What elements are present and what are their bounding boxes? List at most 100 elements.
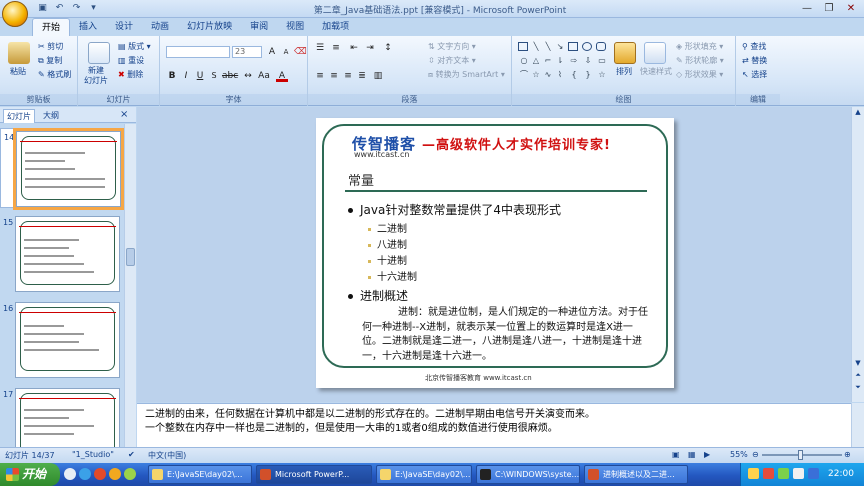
notes-pane[interactable]: 二进制的由来，任何数据在计算机中都是以二进制的形式存在的。二进制早期由电信号开关… [137, 403, 851, 447]
taskbar-item[interactable]: E:\JavaSE\day02\... [376, 465, 472, 484]
italic-icon[interactable]: I [180, 70, 192, 82]
tray-icon[interactable] [763, 468, 774, 479]
previous-slide-icon[interactable]: ⏶ [853, 371, 863, 381]
quick-styles-button[interactable]: 快速样式 [640, 66, 672, 77]
quicklaunch-app-icon[interactable] [109, 468, 121, 480]
new-slide-button[interactable]: 新建 幻灯片 [84, 66, 108, 86]
taskbar-item-active[interactable]: Microsoft PowerP... [256, 465, 372, 484]
align-text-button[interactable]: ⇳ 对齐文本 ▾ [428, 55, 476, 66]
align-left-icon[interactable]: ≡ [314, 70, 326, 82]
char-spacing-icon[interactable]: ↔ [242, 70, 254, 82]
decrease-indent-icon[interactable]: ⇤ [348, 42, 360, 54]
align-center-icon[interactable]: ≡ [328, 70, 340, 82]
slide-thumbnail[interactable]: 16 [0, 300, 124, 380]
strikethrough-icon[interactable]: abc [222, 70, 238, 82]
delete-slide-button[interactable]: ✖ 删除 [118, 69, 143, 80]
replace-button[interactable]: ⇄ 替换 [742, 55, 767, 66]
cut-button[interactable]: ✂ 剪切 [38, 41, 63, 52]
text-direction-button[interactable]: ⇅ 文字方向 ▾ [428, 41, 476, 52]
tray-icon[interactable] [778, 468, 789, 479]
sub-bullet-item[interactable]: 十进制 [368, 252, 407, 267]
find-button[interactable]: ⚲ 查找 [742, 41, 766, 52]
change-case-icon[interactable]: Aa [258, 70, 270, 82]
thumbnails-scrollbar[interactable] [124, 124, 136, 447]
scroll-down-icon[interactable]: ▼ [853, 359, 863, 369]
slide-paragraph[interactable]: 进制：就是进位制，是人们规定的一种进位方法。对于任何一种进制--X进制，就表示某… [362, 306, 652, 364]
slide-thumbnail[interactable]: 15 [0, 214, 124, 294]
notes-scrollbar[interactable] [851, 403, 864, 447]
shrink-font-icon[interactable]: A [280, 46, 292, 58]
tab-review[interactable]: 审阅 [241, 18, 277, 36]
arrange-button[interactable]: 排列 [616, 66, 632, 77]
slide-thumbnail[interactable]: 14 [0, 128, 124, 210]
paste-button[interactable]: 粘贴 [10, 66, 26, 77]
layout-button[interactable]: ▤ 版式 ▾ [118, 41, 151, 52]
taskbar-item[interactable]: C:\WINDOWS\syste... [476, 465, 580, 484]
quick-styles-icon[interactable] [644, 42, 666, 64]
scroll-up-icon[interactable]: ▲ [853, 108, 863, 118]
bullet-item[interactable]: Java针对整数常量提供了4中表现形式 [348, 201, 561, 218]
zoom-level[interactable]: 55% [730, 450, 748, 459]
increase-indent-icon[interactable]: ⇥ [364, 42, 376, 54]
zoom-slider-knob[interactable] [798, 450, 803, 460]
redo-icon[interactable]: ↷ [70, 2, 83, 15]
shape-outline-button[interactable]: ✎ 形状轮廓 ▾ [676, 55, 724, 66]
network-icon[interactable] [808, 468, 819, 479]
close-pane-icon[interactable]: × [120, 109, 128, 120]
line-spacing-icon[interactable]: ↕ [382, 42, 394, 54]
slide-title[interactable]: 常量 [348, 170, 374, 189]
paste-icon[interactable] [8, 42, 30, 64]
taskbar-item[interactable]: 进制概述以及二进... [584, 465, 688, 484]
font-size-box[interactable]: 23 [232, 46, 262, 58]
undo-icon[interactable]: ↶ [53, 2, 66, 15]
underline-icon[interactable]: U [194, 70, 206, 82]
close-button[interactable]: ✕ [840, 1, 862, 16]
bold-icon[interactable]: B [166, 70, 178, 82]
slide-scrollbar[interactable]: ▲ ▼ ⏶ ⏷ [851, 107, 864, 402]
quicklaunch-app-icon[interactable] [124, 468, 136, 480]
select-button[interactable]: ↖ 选择 [742, 69, 767, 80]
shadow-icon[interactable]: S [208, 70, 220, 82]
tab-animations[interactable]: 动画 [142, 18, 178, 36]
sub-bullet-item[interactable]: 十六进制 [368, 268, 417, 283]
bullets-icon[interactable]: ☰ [314, 42, 326, 54]
reset-button[interactable]: ▥ 重设 [118, 55, 144, 66]
tab-slides-pane[interactable]: 幻灯片 [3, 109, 35, 123]
clear-format-icon[interactable]: ⌫ [294, 46, 307, 58]
quicklaunch-ie-icon[interactable] [79, 468, 91, 480]
grow-font-icon[interactable]: A [266, 46, 278, 58]
normal-view-icon[interactable]: ▣ [672, 450, 680, 459]
sub-bullet-item[interactable]: 二进制 [368, 220, 407, 235]
tab-design[interactable]: 设计 [106, 18, 142, 36]
tab-addins[interactable]: 加载项 [313, 18, 358, 36]
minimize-button[interactable]: — [796, 1, 818, 16]
new-slide-icon[interactable] [88, 42, 110, 64]
shape-effects-button[interactable]: ◇ 形状效果 ▾ [676, 69, 723, 80]
shape-fill-button[interactable]: ◈ 形状填充 ▾ [676, 41, 723, 52]
align-right-icon[interactable]: ≡ [342, 70, 354, 82]
slide-sorter-icon[interactable]: ▦ [688, 450, 696, 459]
customize-qat-icon[interactable]: ▾ [87, 2, 100, 15]
format-painter-button[interactable]: ✎ 格式刷 [38, 69, 71, 80]
arrange-icon[interactable] [614, 42, 636, 64]
tab-home[interactable]: 开始 [32, 18, 71, 36]
font-name-box[interactable] [166, 46, 230, 58]
scrollbar-thumb[interactable] [126, 248, 135, 266]
zoom-out-icon[interactable]: ⊖ [752, 450, 759, 459]
quicklaunch-icon[interactable] [64, 468, 76, 480]
taskbar-item[interactable]: E:\JavaSE\day02\... [148, 465, 252, 484]
sub-bullet-item[interactable]: 八进制 [368, 236, 407, 251]
tab-view[interactable]: 视图 [277, 18, 313, 36]
tray-icon[interactable] [748, 468, 759, 479]
columns-icon[interactable]: ▥ [372, 70, 384, 82]
volume-icon[interactable] [793, 468, 804, 479]
tab-insert[interactable]: 插入 [70, 18, 106, 36]
maximize-button[interactable]: ❐ [818, 1, 840, 16]
smartart-button[interactable]: ⧈ 转换为 SmartArt ▾ [428, 69, 505, 80]
tab-outline-pane[interactable]: 大纲 [40, 109, 62, 122]
save-icon[interactable]: ▣ [36, 2, 49, 15]
spellcheck-icon[interactable]: ✔ [128, 450, 135, 459]
copy-button[interactable]: ⧉ 复制 [38, 55, 62, 66]
bullet-item[interactable]: 进制概述 [348, 287, 408, 304]
next-slide-icon[interactable]: ⏷ [853, 383, 863, 393]
